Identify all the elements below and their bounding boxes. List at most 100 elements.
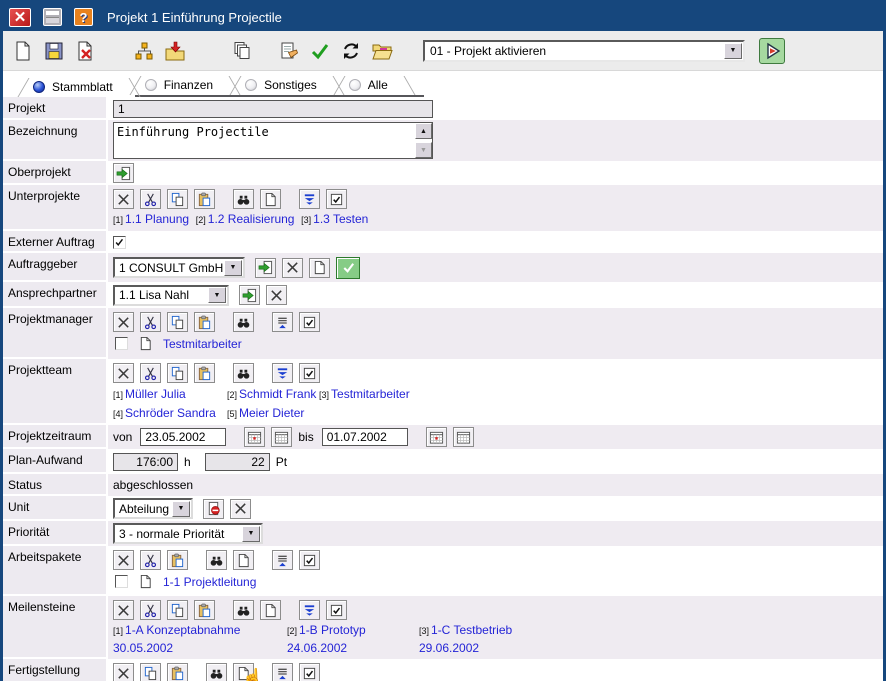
select-all-button[interactable] <box>299 363 320 383</box>
find-button[interactable] <box>233 600 254 620</box>
link-team-member[interactable]: Schmidt Frank <box>239 387 316 401</box>
refresh-button[interactable] <box>337 37 364 64</box>
link-unterprojekt[interactable]: 1.3 Testen <box>313 212 368 226</box>
save-button[interactable] <box>40 37 67 64</box>
tab-alle[interactable]: Alle <box>339 76 410 95</box>
window-icon[interactable] <box>43 8 62 26</box>
new-document-button[interactable] <box>233 663 254 681</box>
find-button[interactable] <box>206 550 227 570</box>
ansprechpartner-select[interactable]: 1.1 Lisa Nahl▼ <box>113 285 229 306</box>
projekt-input[interactable]: 1 <box>113 100 433 118</box>
link-meilenstein[interactable]: 1-C Testbetrieb <box>431 623 512 637</box>
select-all-button[interactable] <box>326 600 347 620</box>
copy-button[interactable] <box>140 663 161 681</box>
sort-list-button[interactable] <box>272 312 293 332</box>
tab-stammblatt[interactable]: Stammblatt <box>23 78 135 97</box>
chevron-down-icon[interactable]: ▼ <box>724 43 742 59</box>
copy-button[interactable] <box>167 600 188 620</box>
prioritaet-select[interactable]: 3 - normale Priorität▼ <box>113 523 263 544</box>
cut-button[interactable] <box>140 312 161 332</box>
delete-document-button[interactable] <box>71 37 98 64</box>
cut-button[interactable] <box>140 363 161 383</box>
item-checkbox[interactable] <box>115 575 128 588</box>
paste-button[interactable] <box>167 550 188 570</box>
paste-button[interactable] <box>194 600 215 620</box>
link-unterprojekt[interactable]: 1.2 Realisierung <box>208 212 295 226</box>
bis-date-input[interactable]: 01.07.2002 <box>322 428 408 446</box>
new-document-button[interactable] <box>260 600 281 620</box>
calendar-button[interactable] <box>453 427 474 447</box>
link-projektmanager[interactable]: Testmitarbeiter <box>163 337 242 351</box>
unit-select[interactable]: Abteilung 1▼ <box>113 498 193 519</box>
select-all-button[interactable] <box>299 312 320 332</box>
action-select[interactable]: 01 - Projekt aktivieren ▼ <box>423 40 745 62</box>
delete-entry-button[interactable] <box>230 499 251 519</box>
copy-button[interactable] <box>167 363 188 383</box>
link-meilenstein[interactable]: 1-B Prototyp <box>299 623 366 637</box>
delete-entry-button[interactable] <box>113 663 134 681</box>
tab-sonstiges[interactable]: Sonstiges <box>235 76 339 95</box>
edit-form-button[interactable] <box>275 37 302 64</box>
new-document-button[interactable] <box>260 189 281 209</box>
link-meilenstein[interactable]: 1-A Konzeptabnahme <box>125 623 240 637</box>
tab-finanzen[interactable]: Finanzen <box>135 76 235 95</box>
confirm-button[interactable] <box>336 257 360 279</box>
chevron-down-icon[interactable]: ▼ <box>172 501 190 517</box>
delete-entry-button[interactable] <box>266 285 287 305</box>
no-entry-button[interactable] <box>203 499 224 519</box>
scroll-down-icon[interactable]: ▼ <box>415 142 432 158</box>
link-team-member[interactable]: Schröder Sandra <box>125 406 216 420</box>
open-folder-button[interactable] <box>368 37 395 64</box>
link-meilenstein-date[interactable]: 29.06.2002 <box>419 641 479 655</box>
link-team-member[interactable]: Müller Julia <box>125 387 186 401</box>
paste-button[interactable] <box>194 189 215 209</box>
link-team-member[interactable]: Meier Dieter <box>239 406 304 420</box>
link-meilenstein-date[interactable]: 24.06.2002 <box>287 641 347 655</box>
goto-button[interactable] <box>239 285 260 305</box>
copy-documents-button[interactable] <box>228 37 255 64</box>
delete-entry-button[interactable] <box>113 600 134 620</box>
delete-entry-button[interactable] <box>282 258 303 278</box>
scroll-up-icon[interactable]: ▲ <box>415 123 432 139</box>
confirm-button[interactable] <box>306 37 333 64</box>
von-date-input[interactable]: 23.05.2002 <box>140 428 226 446</box>
select-all-button[interactable] <box>299 550 320 570</box>
item-checkbox[interactable] <box>115 337 128 350</box>
copy-button[interactable] <box>167 312 188 332</box>
close-icon[interactable]: ✕ <box>9 8 31 27</box>
paste-button[interactable] <box>194 312 215 332</box>
find-button[interactable] <box>233 363 254 383</box>
cut-button[interactable] <box>140 600 161 620</box>
calendar-today-button[interactable] <box>244 427 265 447</box>
bezeichnung-textarea[interactable]: Einführung Projectile ▲ ▼ <box>113 122 433 159</box>
goto-button[interactable] <box>255 258 276 278</box>
link-team-member[interactable]: Testmitarbeiter <box>331 387 410 401</box>
run-action-button[interactable] <box>759 38 785 64</box>
import-folder-button[interactable] <box>161 37 188 64</box>
plan-hours-input[interactable]: 176:00 <box>113 453 178 471</box>
calendar-button[interactable] <box>271 427 292 447</box>
link-arbeitspaket[interactable]: 1-1 Projektleitung <box>163 575 256 589</box>
new-document-button[interactable] <box>233 550 254 570</box>
goto-button[interactable] <box>113 163 134 183</box>
help-icon[interactable]: ? <box>74 8 93 26</box>
chevron-down-icon[interactable]: ▼ <box>224 260 242 276</box>
move-down-button[interactable] <box>299 600 320 620</box>
externer-auftrag-checkbox[interactable] <box>113 236 126 249</box>
sort-list-button[interactable] <box>272 550 293 570</box>
plan-points-input[interactable]: 22 <box>205 453 270 471</box>
move-down-button[interactable] <box>272 363 293 383</box>
paste-button[interactable] <box>194 363 215 383</box>
delete-entry-button[interactable] <box>113 312 134 332</box>
cut-button[interactable] <box>140 189 161 209</box>
find-button[interactable] <box>233 189 254 209</box>
hierarchy-button[interactable] <box>130 37 157 64</box>
chevron-down-icon[interactable]: ▼ <box>242 526 260 542</box>
move-down-button[interactable] <box>299 189 320 209</box>
paste-button[interactable] <box>167 663 188 681</box>
cut-button[interactable] <box>140 550 161 570</box>
chevron-down-icon[interactable]: ▼ <box>208 287 226 303</box>
new-document-button[interactable] <box>309 258 330 278</box>
find-button[interactable] <box>206 663 227 681</box>
delete-entry-button[interactable] <box>113 363 134 383</box>
